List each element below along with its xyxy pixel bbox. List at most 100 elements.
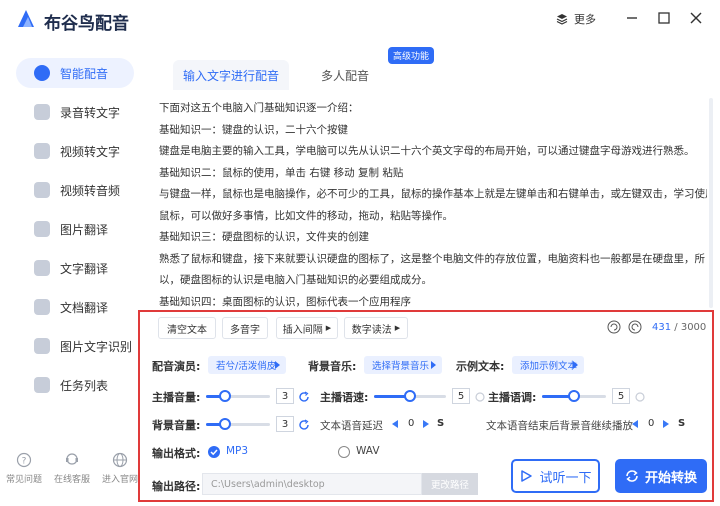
- output-format-label: 输出格式:: [152, 447, 201, 460]
- insert-pause-label: 插入间隔: [282, 324, 323, 336]
- sidebar-item-video-to-text[interactable]: 视频转文字: [16, 136, 134, 166]
- refresh-icon[interactable]: [474, 391, 486, 403]
- text-line: 基础知识二：鼠标的使用，单击 右键 移动 复制 粘贴: [159, 166, 404, 179]
- pitch-slider[interactable]: [542, 389, 606, 403]
- refresh-icon[interactable]: [298, 391, 310, 403]
- text-line: 基础知识三：硬盘图标的认识，文件夹的创建: [159, 231, 369, 243]
- start-convert-label: 开始转换: [644, 470, 697, 486]
- text-input-area[interactable]: 下面对这五个电脑入门基础知识逐一介绍： 基础知识一：键盘的认识，二十六个按键 键…: [159, 98, 707, 310]
- slider-knob[interactable]: [219, 418, 232, 430]
- triangle-right-icon: ▶: [394, 324, 401, 332]
- text-scrollbar[interactable]: [709, 98, 713, 308]
- tab-text-dubbing[interactable]: 输入文字进行配音: [173, 60, 289, 90]
- sidebar-item-label: 图片翻译: [60, 222, 109, 237]
- layers-icon: [556, 14, 568, 25]
- service-icon: [66, 453, 78, 465]
- wav-radio[interactable]: [338, 446, 350, 458]
- main-volume-slider[interactable]: [206, 389, 270, 403]
- sidebar-item-text-translate[interactable]: 文字翻译: [16, 253, 134, 283]
- insert-pause-button[interactable]: 插入间隔 ▶: [276, 317, 338, 339]
- settings-panel: 清空文本 多音字 插入间隔 ▶ 数字读法 ▶ 431 / 3000 配音演员: …: [138, 310, 714, 502]
- text-line: 键盘是电脑主要的输入工具，学电脑可以先从认识二十六个英文字母的布局开始，可以通过…: [159, 145, 695, 157]
- main-volume-input[interactable]: 3: [276, 388, 294, 404]
- slider-knob[interactable]: [404, 390, 416, 402]
- footer-help-link[interactable]: ? 常见问题: [4, 452, 44, 485]
- text-line: 下面对这五个电脑入门基础知识逐一介绍：: [159, 102, 359, 114]
- footer-service-label: 在线客服: [53, 475, 90, 485]
- footer-service-link[interactable]: 在线客服: [52, 452, 92, 485]
- maximize-icon[interactable]: [656, 10, 672, 26]
- task-list-icon: [34, 377, 50, 393]
- sidebar-item-audio-to-text[interactable]: 录音转文字: [16, 97, 134, 127]
- bgm-select[interactable]: 选择背景音乐: [364, 356, 442, 374]
- speed-slider[interactable]: [374, 389, 446, 403]
- more-menu-button[interactable]: 更多: [556, 11, 596, 27]
- continue-unit: S: [678, 418, 686, 429]
- bg-volume-label: 背景音量:: [152, 419, 201, 432]
- sidebar-item-ocr[interactable]: 图片文字识别: [16, 331, 134, 361]
- slider-knob[interactable]: [568, 390, 580, 402]
- start-convert-button[interactable]: 开始转换: [615, 459, 707, 493]
- mp3-radio[interactable]: [208, 446, 220, 458]
- text-line: 基础知识一：键盘的认识，二十六个按键: [159, 123, 348, 136]
- undo-icon[interactable]: [607, 320, 621, 334]
- speed-input[interactable]: 5: [452, 388, 470, 404]
- app-title: 布谷鸟配音: [44, 14, 129, 34]
- increase-delay-button[interactable]: [423, 420, 429, 428]
- change-path-button[interactable]: 更改路径: [422, 473, 478, 495]
- sidebar-item-task-list[interactable]: 任务列表: [16, 370, 134, 400]
- number-reading-button[interactable]: 数字读法 ▶: [344, 317, 408, 339]
- sidebar-item-video-to-audio[interactable]: 视频转音频: [16, 175, 134, 205]
- clear-text-button[interactable]: 清空文本: [158, 317, 216, 339]
- redo-icon[interactable]: [628, 320, 642, 334]
- sidebar-item-label: 录音转文字: [60, 105, 121, 120]
- sample-text-select[interactable]: 添加示例文本: [512, 356, 584, 374]
- sidebar-item-label: 图片文字识别: [60, 339, 133, 354]
- sidebar-item-image-translate[interactable]: 图片翻译: [16, 214, 134, 244]
- close-icon[interactable]: [688, 10, 704, 26]
- footer-website-link[interactable]: 进入官网: [100, 452, 140, 485]
- app-logo-icon: [18, 10, 34, 27]
- triangle-right-icon: [573, 361, 578, 369]
- polyphone-button[interactable]: 多音字: [222, 317, 268, 339]
- wav-label: WAV: [356, 445, 380, 457]
- refresh-icon[interactable]: [634, 391, 646, 403]
- text-line: 鼠标，可以做好多事情，比如文件的移动，拖动，粘贴等操作。: [159, 209, 453, 222]
- video-audio-icon: [34, 182, 50, 198]
- mic-icon: [34, 65, 50, 81]
- voice-actor-select[interactable]: 若兮/活泼俏皮: [208, 356, 286, 374]
- sidebar-item-smart-dubbing[interactable]: 智能配音: [16, 58, 134, 88]
- bg-volume-slider[interactable]: [206, 417, 270, 431]
- decrease-delay-button[interactable]: [392, 420, 398, 428]
- delay-value: 0: [408, 418, 415, 429]
- footer-help-label: 常见问题: [5, 475, 42, 485]
- mp3-label: MP3: [226, 445, 249, 457]
- pitch-input[interactable]: 5: [612, 388, 630, 404]
- voice-actor-label: 配音演员:: [152, 360, 201, 373]
- premium-badge: 高级功能: [388, 47, 435, 64]
- slider-knob[interactable]: [219, 390, 232, 402]
- play-icon: [521, 470, 533, 482]
- tab-multi-dubbing[interactable]: 多人配音: [305, 60, 385, 90]
- sidebar-item-doc-translate[interactable]: 文档翻译: [16, 292, 134, 322]
- bg-volume-input[interactable]: 3: [276, 416, 294, 432]
- sample-text-label: 示例文本:: [456, 360, 505, 373]
- increase-continue-button[interactable]: [663, 420, 669, 428]
- char-count-value: 431: [652, 322, 672, 333]
- decrease-continue-button[interactable]: [632, 420, 638, 428]
- help-icon: ?: [16, 452, 32, 468]
- sample-text-value: 添加示例文本: [520, 361, 578, 372]
- text-line: 熟悉了鼠标和键盘，接下来就要认识硬盘的图标了，这是整个电脑文件的存放位置，电脑资…: [159, 252, 705, 265]
- more-label: 更多: [574, 13, 596, 26]
- output-path-input[interactable]: C:\Users\admin\desktop: [202, 473, 422, 495]
- sidebar-item-label: 视频转音频: [60, 183, 121, 198]
- listen-button[interactable]: 试听一下: [511, 459, 600, 493]
- refresh-icon[interactable]: [298, 419, 310, 431]
- main-volume-label: 主播音量:: [152, 391, 201, 404]
- minimize-icon[interactable]: [624, 10, 640, 26]
- image-translate-icon: [34, 221, 50, 237]
- triangle-right-icon: [431, 361, 436, 369]
- sidebar-item-label: 文档翻译: [60, 300, 109, 315]
- output-path-label: 输出路径:: [152, 480, 201, 493]
- convert-icon: [626, 470, 638, 482]
